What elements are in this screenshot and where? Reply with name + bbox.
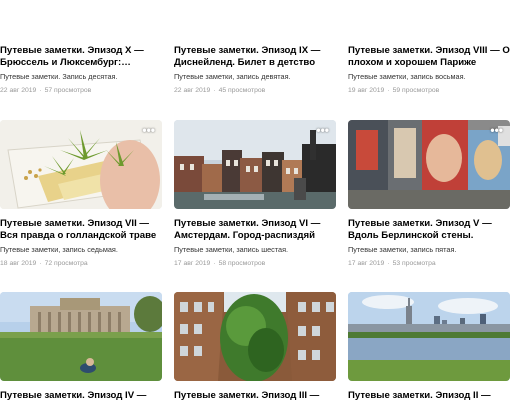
article-date: 17 авг 2019 [348,260,385,267]
article-title[interactable]: Путевые заметки. Эпизод X — Брюссель и Л… [0,45,168,69]
warsaw-skyline-photo [348,292,510,381]
article-card[interactable]: Путевые заметки. Эпизод VIII — О плохом … [348,0,510,100]
article-meta: 22 авг 2019 · 57 просмотров [0,86,165,95]
article-description: Путевые заметки, запись девятая. [174,72,291,81]
article-card[interactable]: ••• Путевые заметки. Эпизод VI — Амстерд… [174,120,336,270]
article-card[interactable]: ••• Путевые заметки. Эпизод V — Вдоль Бе… [348,120,510,270]
article-card[interactable]: Путевые заметки. Эпизод II — [348,292,510,400]
meta-separator: · [213,87,216,94]
article-thumbnail[interactable] [174,292,336,381]
article-meta: 22 авг 2019 · 45 просмотров [174,86,339,95]
article-title[interactable]: Путевые заметки. Эпизод VI — Амстердам. … [174,218,342,242]
article-views: 53 просмотра [392,260,436,267]
article-title[interactable]: Путевые заметки. Эпизод IV — [0,390,168,400]
article-description: Путевые заметки. Запись десятая. [0,72,118,81]
article-meta: 19 авг 2019 · 59 просмотров [348,86,513,95]
article-description: Путевые заметки, запись седьмая. [0,245,118,254]
article-meta: 18 авг 2019 · 72 просмотра [0,259,165,268]
article-card[interactable]: Путевые заметки. Эпизод III — [174,292,336,400]
berlin-wall-mural-photo [348,120,510,209]
article-title[interactable]: Путевые заметки. Эпизод III — [174,390,342,400]
article-title[interactable]: Путевые заметки. Эпизод VII — Вся правда… [0,218,168,242]
meta-separator: · [387,260,390,267]
article-title[interactable]: Путевые заметки. Эпизод VIII — О плохом … [348,45,516,69]
article-card[interactable]: Путевые заметки. Эпизод IX — Диснейленд.… [174,0,336,100]
article-date: 17 авг 2019 [174,260,211,267]
article-card[interactable]: Путевые заметки. Эпизод X — Брюссель и Л… [0,0,162,100]
more-options-icon[interactable]: ••• [490,124,503,136]
article-views: 57 просмотров [44,87,92,94]
article-title[interactable]: Путевые заметки. Эпизод V — Вдоль Берлин… [348,218,516,242]
meta-separator: · [213,260,216,267]
green-courtyard-photo [174,292,336,381]
article-description: Путевые заметки, запись пятая. [348,245,457,254]
article-thumbnail[interactable]: ••• [174,120,336,209]
article-thumbnail[interactable] [348,292,510,381]
article-date: 22 авг 2019 [0,87,37,94]
article-meta: 17 авг 2019 · 58 просмотров [174,259,339,268]
article-views: 45 просмотров [218,87,266,94]
article-thumbnail[interactable]: ••• [0,120,162,209]
article-description: Путевые заметки, запись шестая. [174,245,289,254]
article-date: 19 авг 2019 [348,87,385,94]
meta-separator: · [387,87,390,94]
article-date: 18 авг 2019 [0,260,37,267]
article-card[interactable]: ••• Путевые заметки. Эпизод VII — Вся пр… [0,120,162,270]
amsterdam-canal-photo [174,120,336,209]
cannabis-leaf-card-photo [0,120,162,209]
article-title[interactable]: Путевые заметки. Эпизод IX — Диснейленд.… [174,45,342,69]
articles-grid: Путевые заметки. Эпизод X — Брюссель и Л… [0,0,517,400]
more-options-icon[interactable]: ••• [316,124,329,136]
article-title[interactable]: Путевые заметки. Эпизод II — [348,390,516,400]
article-views: 59 просмотров [392,87,440,94]
article-thumbnail[interactable]: ••• [348,120,510,209]
more-options-icon[interactable]: ••• [142,124,155,136]
article-views: 72 просмотра [44,260,88,267]
article-date: 22 авг 2019 [174,87,211,94]
article-meta: 17 авг 2019 · 53 просмотра [348,259,513,268]
meta-separator: · [39,87,42,94]
article-card[interactable]: Путевые заметки. Эпизод IV — [0,292,162,400]
article-thumbnail[interactable] [0,292,162,381]
article-description: Путевые заметки, запись восьмая. [348,72,466,81]
reichstag-photo [0,292,162,381]
article-views: 58 просмотров [218,260,266,267]
meta-separator: · [39,260,42,267]
